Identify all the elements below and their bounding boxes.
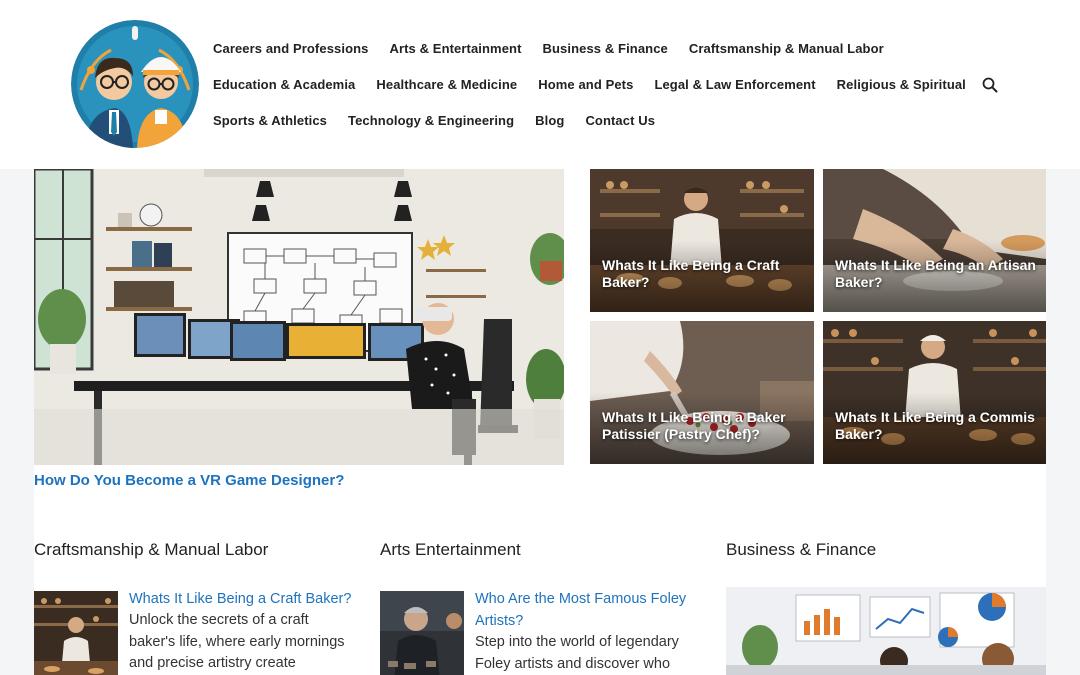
nav-item-healthcare[interactable]: Healthcare & Medicine [376,76,517,93]
card-title: Whats It Like Being a Commis Baker? [835,409,1035,442]
section-title-craftsmanship[interactable]: Craftsmanship & Manual Labor [34,540,268,560]
nav-item-home-pets[interactable]: Home and Pets [538,76,633,93]
post-card-baker-patissier[interactable]: Whats It Like Being a Baker Patissier (P… [590,321,814,464]
nav-item-religious[interactable]: Religious & Spiritual [837,76,966,93]
nav-item-craftsmanship[interactable]: Craftsmanship & Manual Labor [689,40,884,57]
post-excerpt: Step into the world of legendary Foley a… [475,634,679,672]
card-title: Whats It Like Being a Craft Baker? [602,257,780,290]
nav-item-careers[interactable]: Careers and Professions [213,40,368,57]
nav-row-2: Education & Academia Healthcare & Medici… [213,76,987,93]
business-post-image[interactable] [726,587,1046,675]
nav-item-legal[interactable]: Legal & Law Enforcement [654,76,815,93]
nav-item-business[interactable]: Business & Finance [543,40,668,57]
post-card-commis-baker[interactable]: Whats It Like Being a Commis Baker? [823,321,1046,464]
post-thumbnail[interactable] [380,591,464,675]
nav-item-contact[interactable]: Contact Us [585,112,655,129]
nav-item-education[interactable]: Education & Academia [213,76,355,93]
nav-item-blog[interactable]: Blog [535,112,564,129]
post-thumbnail[interactable] [34,591,118,675]
search-icon[interactable] [981,76,999,94]
nav-item-arts[interactable]: Arts & Entertainment [389,40,521,57]
post-excerpt: Unlock the secrets of a craft baker's li… [129,612,345,671]
site-header: Careers and Professions Arts & Entertain… [0,0,1080,169]
featured-post-title[interactable]: How Do You Become a VR Game Designer? [34,472,344,489]
section-title-arts[interactable]: Arts Entertainment [380,540,521,560]
post-card-artisan-baker[interactable]: Whats It Like Being an Artisan Baker? [823,169,1046,312]
post-title[interactable]: Whats It Like Being a Craft Baker? [129,589,359,611]
nav-item-sports[interactable]: Sports & Athletics [213,112,327,129]
site-logo[interactable] [71,20,199,148]
card-title: Whats It Like Being an Artisan Baker? [835,257,1036,290]
card-title: Whats It Like Being a Baker Patissier (P… [602,409,786,442]
nav-row-1: Careers and Professions Arts & Entertain… [213,40,905,57]
featured-post-image[interactable] [34,169,564,465]
post-title[interactable]: Who Are the Most Famous Foley Artists? [475,589,705,632]
section-title-business[interactable]: Business & Finance [726,540,876,560]
nav-row-3: Sports & Athletics Technology & Engineer… [213,112,676,129]
nav-item-technology[interactable]: Technology & Engineering [348,112,514,129]
post-card-craft-baker[interactable]: Whats It Like Being a Craft Baker? [590,169,814,312]
